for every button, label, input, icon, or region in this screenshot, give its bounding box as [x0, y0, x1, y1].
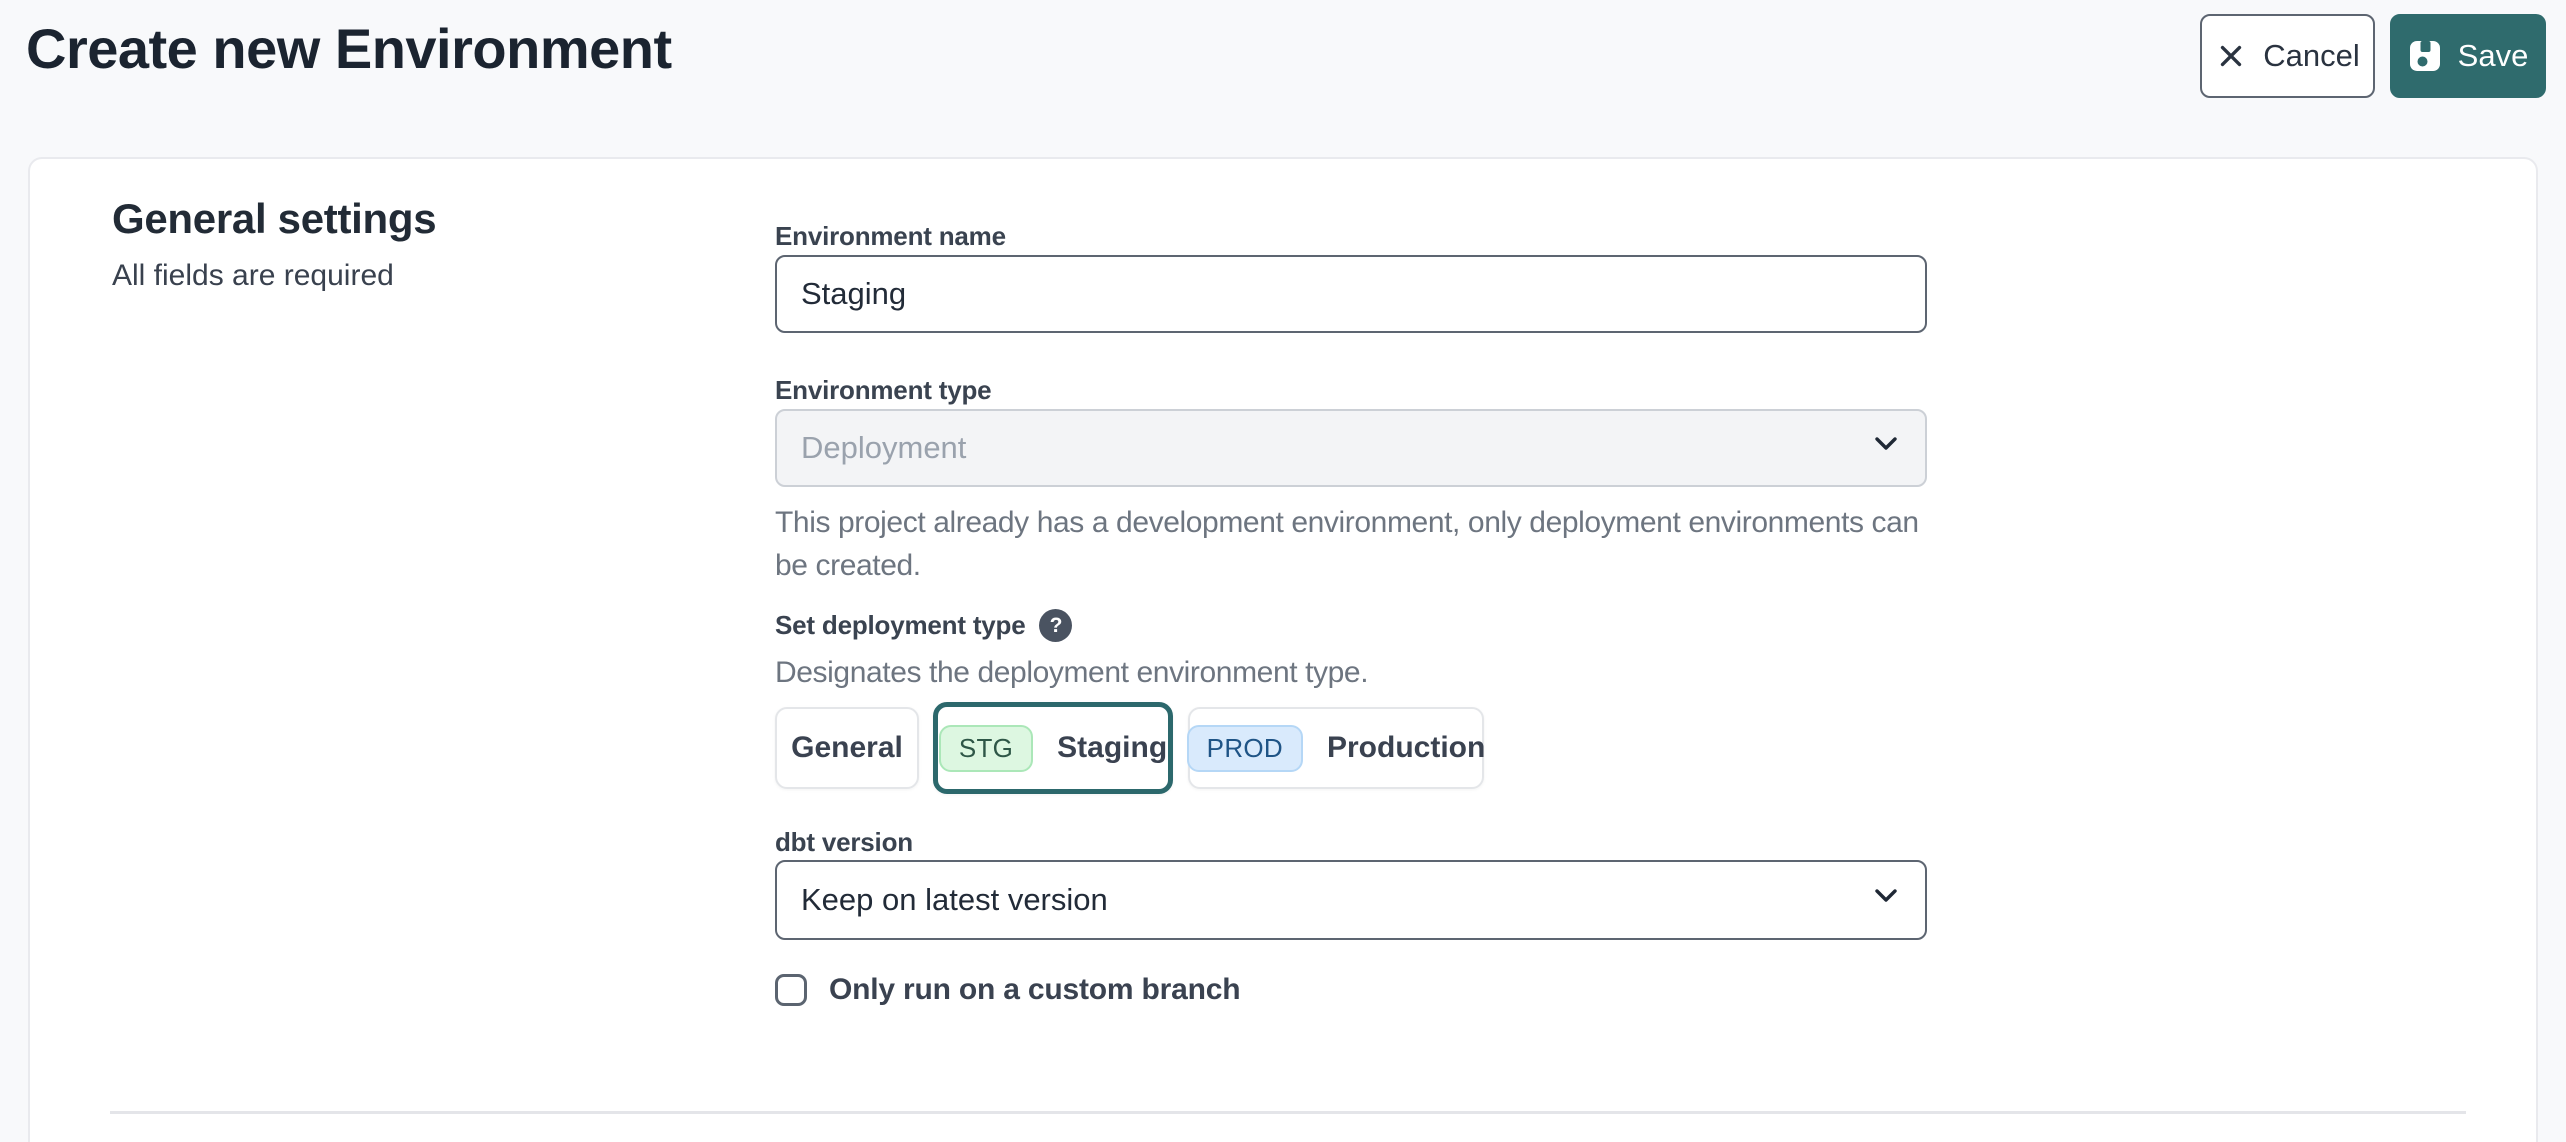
dbt-version-value: Keep on latest version	[801, 882, 1108, 918]
chevron-down-icon	[1869, 879, 1903, 921]
environment-type-helper: This project already has a development e…	[775, 501, 1940, 587]
deployment-type-production-label: Production	[1327, 731, 1485, 765]
environment-name-label: Environment name	[775, 221, 1006, 252]
environment-type-value: Deployment	[801, 430, 966, 466]
section-subtitle: All fields are required	[112, 259, 394, 293]
floppy-disk-icon	[2408, 39, 2442, 73]
deployment-type-production-button[interactable]: PROD Production	[1188, 707, 1484, 789]
save-button-label: Save	[2458, 38, 2529, 74]
deployment-type-staging-label: Staging	[1057, 731, 1167, 765]
deployment-type-description: Designates the deployment environment ty…	[775, 651, 1940, 694]
save-button[interactable]: Save	[2390, 14, 2546, 98]
deployment-type-options: General STG Staging PROD Production	[775, 702, 1484, 794]
cancel-button-label: Cancel	[2263, 38, 2360, 74]
settings-card: General settings All fields are required…	[28, 157, 2538, 1142]
section-divider	[110, 1111, 2466, 1114]
deployment-type-staging-button[interactable]: STG Staging	[933, 702, 1173, 794]
section-title: General settings	[112, 195, 436, 243]
page-title: Create new Environment	[26, 16, 672, 81]
x-icon	[2215, 40, 2247, 72]
question-mark-circle-icon[interactable]: ?	[1039, 609, 1072, 642]
deployment-type-general-button[interactable]: General	[775, 707, 919, 789]
deployment-type-general-label: General	[791, 731, 903, 765]
environment-type-select: Deployment	[775, 409, 1927, 487]
staging-badge: STG	[939, 725, 1033, 772]
dbt-version-label: dbt version	[775, 827, 913, 858]
cancel-button[interactable]: Cancel	[2200, 14, 2375, 98]
environment-name-input[interactable]	[775, 255, 1927, 333]
production-badge: PROD	[1187, 725, 1303, 772]
environment-type-label: Environment type	[775, 375, 991, 406]
deployment-type-label: Set deployment type	[775, 610, 1025, 641]
custom-branch-checkbox[interactable]	[775, 974, 807, 1006]
deployment-type-label-row: Set deployment type ?	[775, 609, 1072, 642]
dbt-version-select[interactable]: Keep on latest version	[775, 860, 1927, 940]
page-header: Create new Environment Cancel Save	[0, 0, 2566, 157]
chevron-down-icon	[1869, 427, 1903, 469]
custom-branch-row[interactable]: Only run on a custom branch	[775, 973, 1240, 1007]
custom-branch-label[interactable]: Only run on a custom branch	[829, 973, 1240, 1007]
